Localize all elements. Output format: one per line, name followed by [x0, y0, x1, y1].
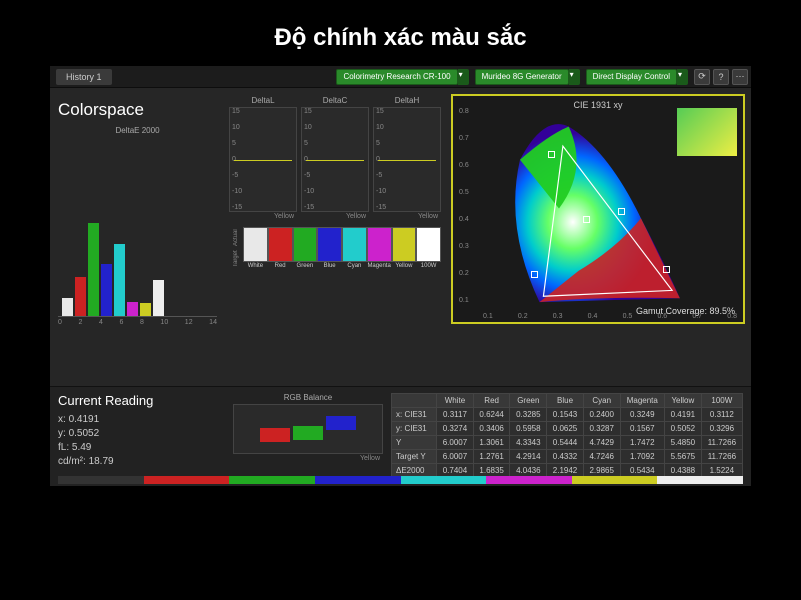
- display-control-button[interactable]: Direct Display Control: [586, 69, 677, 85]
- generator-button[interactable]: Murideo 8G Generator: [475, 69, 569, 85]
- rgb-balance: RGB Balance Yellow: [233, 393, 383, 480]
- colorspace-title: Colorspace: [58, 100, 217, 120]
- deltaE-chart: [58, 137, 217, 317]
- settings-icon[interactable]: ⋯: [732, 69, 748, 85]
- deltaC-chart: DeltaC 151050-5-10-15 Yellow: [301, 96, 369, 221]
- dropdown-arrow-icon[interactable]: [569, 69, 580, 85]
- history-tab[interactable]: History 1: [56, 69, 112, 85]
- point-marker: [583, 216, 590, 223]
- swatch-strip: ActualTarget WhiteRedGreenBlueCyanMagent…: [229, 227, 441, 269]
- deltaL-chart: DeltaL 151050-5-10-15 Yellow: [229, 96, 297, 221]
- cie-chart: CIE 1931 xy 0.80.70.60.50.40.30.20.1 Gam…: [451, 94, 745, 324]
- page-heading: Độ chính xác màu sắc: [0, 0, 801, 66]
- point-marker: [548, 151, 555, 158]
- bottom-panel: Current Reading x: 0.4191 y: 0.5052 fL: …: [50, 386, 751, 486]
- dropdown-arrow-icon[interactable]: [677, 69, 688, 85]
- refresh-icon[interactable]: ⟳: [694, 69, 710, 85]
- color-strip: [58, 476, 743, 484]
- deltaE-chart-title: DeltaE 2000: [58, 126, 217, 135]
- point-marker: [531, 271, 538, 278]
- colorimeter-button[interactable]: Colorimetry Research CR-100: [336, 69, 457, 85]
- point-marker: [618, 208, 625, 215]
- cie-inset: [677, 108, 737, 156]
- point-marker: [663, 266, 670, 273]
- dropdown-arrow-icon[interactable]: [458, 69, 469, 85]
- topbar: History 1 Colorimetry Research CR-100 Mu…: [50, 66, 751, 88]
- calibration-app: History 1 Colorimetry Research CR-100 Mu…: [50, 66, 751, 486]
- deltaH-chart: DeltaH 151050-5-10-15 Yellow: [373, 96, 441, 221]
- measurement-table: WhiteRedGreenBlueCyanMagentaYellow100Wx:…: [391, 393, 743, 480]
- help-icon[interactable]: ?: [713, 69, 729, 85]
- deltaE-x-ticks: 02468101214: [58, 317, 217, 328]
- current-reading: Current Reading x: 0.4191 y: 0.5052 fL: …: [58, 393, 233, 480]
